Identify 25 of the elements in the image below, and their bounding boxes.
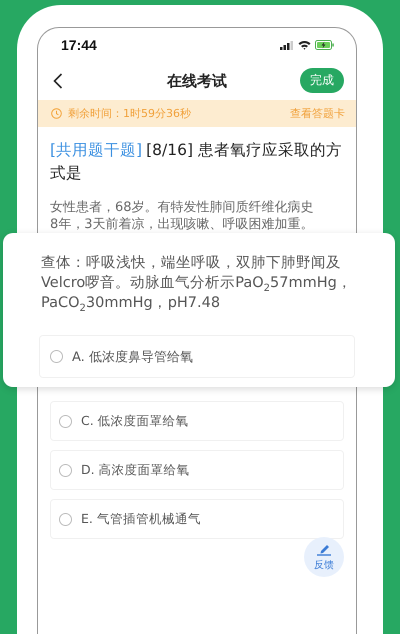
answer-option[interactable]: A. 低浓度鼻导管给氧 (39, 335, 355, 378)
option-label: A. 低浓度鼻导管给氧 (72, 348, 193, 366)
exam-findings-text: 查体：呼吸浅快，端坐呼吸，双肺下肺野闻及Velcro啰音。动脉血气分析示PaO$_{2}$57mmHg，PaCO$_{2}$30mmHg，pH7.48 (41, 254, 353, 313)
battery-charging-icon (315, 40, 334, 50)
radio-button[interactable] (50, 350, 63, 363)
clock-icon (51, 108, 62, 119)
wifi-icon (298, 40, 311, 50)
option-label: D. 高浓度面罩给氧 (81, 462, 190, 478)
case-passage: 女性患者，68岁。有特发性肺间质纤维化病史8年，3天前着凉，出现咳嗽、呼吸困难加重。 (50, 199, 315, 233)
answer-option[interactable]: E. 气管插管机械通气 (50, 499, 344, 539)
question-stem: [共用题干题] [8/16] 患者氧疗应采取的方式是 (50, 140, 343, 184)
remaining-time: 剩余时间：1时59分36秒 (68, 106, 191, 121)
option-label: E. 气管插管机械通气 (81, 510, 201, 528)
radio-button[interactable] (59, 414, 72, 428)
answer-option[interactable]: D. 高浓度面罩给氧 (50, 450, 344, 490)
signal-icon (280, 40, 294, 50)
radio-button[interactable] (59, 512, 72, 526)
answer-option[interactable]: C. 低浓度面罩给氧 (50, 401, 344, 441)
status-time: 17:44 (61, 37, 97, 53)
option-label: C. 低浓度面罩给氧 (81, 412, 189, 430)
pen-icon (316, 542, 332, 556)
page-title: 在线考试 (167, 72, 227, 90)
radio-button[interactable] (59, 464, 72, 476)
feedback-button[interactable]: 反馈 (304, 537, 344, 577)
back-icon[interactable] (53, 73, 63, 89)
